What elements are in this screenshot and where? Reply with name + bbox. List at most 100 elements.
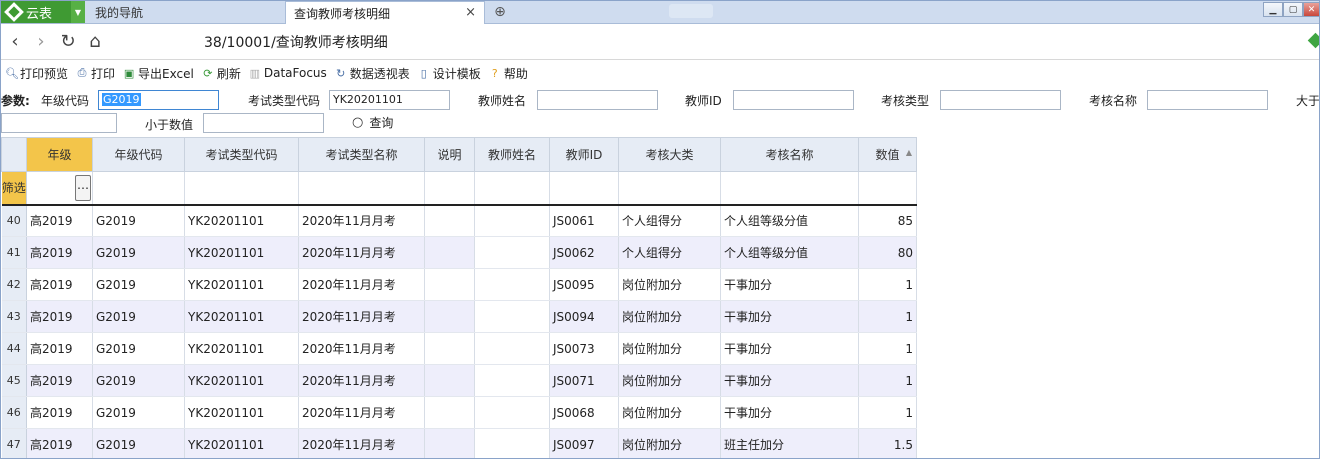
table-row[interactable]: 46 高2019 G2019 YK20201101 2020年11月月考 JS0068 岗位… [1, 396, 917, 429]
filter-cell[interactable] [298, 171, 425, 206]
table-row[interactable]: 41 高2019 G2019 YK20201101 2020年11月月考 JS0062 个人… [1, 236, 917, 269]
minimize-button[interactable]: ▁ [1263, 2, 1283, 17]
value-cell[interactable]: 80 [858, 236, 917, 269]
refresh-button[interactable]: ⟳ 刷新 [202, 65, 241, 82]
assess-category-cell[interactable]: 个人组得分 [618, 204, 721, 237]
teacher-name-cell[interactable] [474, 300, 550, 333]
exam-type-code-cell[interactable]: YK20201101 [184, 332, 299, 365]
forward-icon[interactable]: › [31, 31, 51, 52]
extension-icon[interactable] [1307, 32, 1319, 49]
grade-cell[interactable]: 高2019 [26, 364, 93, 397]
column-header[interactable]: 考核名称 [720, 137, 859, 172]
grade-cell[interactable]: 高2019 [26, 204, 93, 237]
row-number[interactable]: 44 [1, 332, 27, 365]
column-header-value[interactable]: 数值 ▲ [858, 137, 917, 172]
grade-cell[interactable]: 高2019 [26, 268, 93, 301]
filter-cell[interactable] [858, 171, 917, 206]
new-tab-icon[interactable]: ⊕ [491, 3, 509, 21]
value-cell[interactable]: 1.5 [858, 428, 917, 458]
teacher-id-cell[interactable]: JS0068 [549, 396, 619, 429]
exam-type-code-cell[interactable]: YK20201101 [184, 396, 299, 429]
teacher-id-cell[interactable]: JS0071 [549, 364, 619, 397]
row-number[interactable]: 40 [1, 204, 27, 237]
assess-name-cell[interactable]: 干事加分 [720, 300, 859, 333]
assess-category-cell[interactable]: 个人组得分 [618, 236, 721, 269]
filter-cell[interactable] [618, 171, 721, 206]
teacher-id-cell[interactable]: JS0073 [549, 332, 619, 365]
assess-category-cell[interactable]: 岗位附加分 [618, 364, 721, 397]
column-header[interactable]: 年级代码 [92, 137, 185, 172]
note-cell[interactable] [424, 236, 475, 269]
filter-cell[interactable] [424, 171, 475, 206]
column-header[interactable]: 教师姓名 [474, 137, 550, 172]
exam-type-name-cell[interactable]: 2020年11月月考 [298, 268, 425, 301]
home-icon[interactable]: ⌂ [85, 31, 105, 52]
assess-name-cell[interactable]: 干事加分 [720, 268, 859, 301]
assess-category-cell[interactable]: 岗位附加分 [618, 332, 721, 365]
filter-cell[interactable] [184, 171, 299, 206]
help-button[interactable]: ? 帮助 [489, 65, 528, 82]
exam-type-code-cell[interactable]: YK20201101 [184, 268, 299, 301]
teacher-name-cell[interactable] [474, 236, 550, 269]
table-row[interactable]: 47 高2019 G2019 YK20201101 2020年11月月考 JS0097 岗位… [1, 428, 917, 458]
grade-cell[interactable]: 高2019 [26, 332, 93, 365]
filter-cell[interactable] [549, 171, 619, 206]
exam-type-name-cell[interactable]: 2020年11月月考 [298, 396, 425, 429]
design-template-button[interactable]: ▯ 设计模板 [418, 65, 481, 82]
exam-type-code-cell[interactable]: YK20201101 [184, 364, 299, 397]
url-text[interactable]: 38/10001/查询教师考核明细 [204, 32, 388, 52]
teacher-id-cell[interactable]: JS0097 [549, 428, 619, 458]
grade-code-input[interactable]: G2019 [98, 90, 219, 110]
assess-name-input[interactable] [1147, 90, 1268, 110]
column-header[interactable]: 说明 [424, 137, 475, 172]
row-number[interactable]: 43 [1, 300, 27, 333]
assess-category-cell[interactable]: 岗位附加分 [618, 428, 721, 458]
ellipsis-button[interactable]: ⋯ [75, 175, 91, 202]
close-icon[interactable]: × [465, 5, 476, 20]
assess-name-cell[interactable]: 班主任加分 [720, 428, 859, 458]
print-button[interactable]: ⎙ 打印 [76, 65, 115, 82]
grade-cell[interactable]: 高2019 [26, 396, 93, 429]
table-row[interactable]: 43 高2019 G2019 YK20201101 2020年11月月考 JS0094 岗位… [1, 300, 917, 333]
exam-type-name-cell[interactable]: 2020年11月月考 [298, 364, 425, 397]
filter-cell[interactable] [474, 171, 550, 206]
note-cell[interactable] [424, 364, 475, 397]
note-cell[interactable] [424, 268, 475, 301]
assess-type-input[interactable] [940, 90, 1061, 110]
maximize-button[interactable]: ▢ [1283, 2, 1303, 17]
exam-type-name-cell[interactable]: 2020年11月月考 [298, 204, 425, 237]
teacher-name-cell[interactable] [474, 428, 550, 458]
greater-than-input[interactable] [1, 113, 117, 133]
exam-type-name-cell[interactable]: 2020年11月月考 [298, 428, 425, 458]
table-row[interactable]: 42 高2019 G2019 YK20201101 2020年11月月考 JS0095 岗位… [1, 268, 917, 301]
exam-type-name-cell[interactable]: 2020年11月月考 [298, 236, 425, 269]
value-cell[interactable]: 1 [858, 300, 917, 333]
row-number[interactable]: 45 [1, 364, 27, 397]
exam-type-code-cell[interactable]: YK20201101 [184, 236, 299, 269]
grade-code-cell[interactable]: G2019 [92, 300, 185, 333]
tab-teacher-assessment[interactable]: 查询教师考核明细 × [285, 1, 485, 24]
teacher-id-cell[interactable]: JS0095 [549, 268, 619, 301]
column-header[interactable]: 考试类型代码 [184, 137, 299, 172]
column-header[interactable]: 年级 [26, 137, 93, 172]
grade-code-cell[interactable]: G2019 [92, 268, 185, 301]
filter-cell[interactable]: ⋯ [26, 171, 93, 206]
grade-code-cell[interactable]: G2019 [92, 236, 185, 269]
teacher-name-cell[interactable] [474, 332, 550, 365]
chevron-down-icon[interactable]: ▼ [71, 1, 85, 23]
assess-category-cell[interactable]: 岗位附加分 [618, 300, 721, 333]
pivot-table-button[interactable]: ↻ 数据透视表 [335, 65, 410, 82]
exam-type-name-cell[interactable]: 2020年11月月考 [298, 332, 425, 365]
back-icon[interactable]: ‹ [5, 31, 25, 52]
filter-cell[interactable] [92, 171, 185, 206]
assess-name-cell[interactable]: 干事加分 [720, 332, 859, 365]
exam-type-code-cell[interactable]: YK20201101 [184, 300, 299, 333]
value-cell[interactable]: 85 [858, 204, 917, 237]
assess-name-cell[interactable]: 干事加分 [720, 396, 859, 429]
note-cell[interactable] [424, 396, 475, 429]
teacher-name-input[interactable] [537, 90, 658, 110]
assess-name-cell[interactable]: 干事加分 [720, 364, 859, 397]
row-number[interactable]: 41 [1, 236, 27, 269]
column-header[interactable]: 考试类型名称 [298, 137, 425, 172]
teacher-id-input[interactable] [733, 90, 854, 110]
